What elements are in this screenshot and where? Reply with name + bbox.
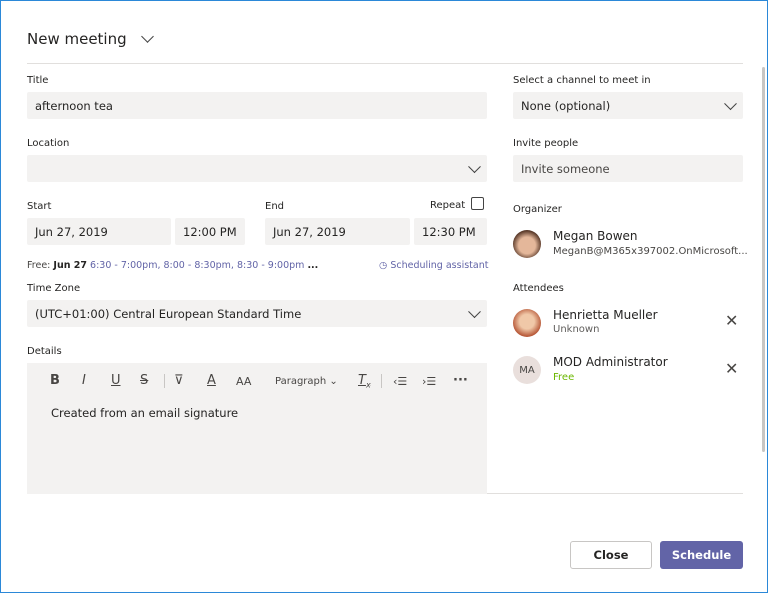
- organizer-label: Organizer: [513, 204, 562, 215]
- free-date: Jun 27: [53, 260, 87, 271]
- location-label: Location: [27, 138, 70, 149]
- details-editor[interactable]: [27, 363, 487, 494]
- more-options-icon[interactable]: ···: [453, 373, 468, 388]
- invite-label: Invite people: [513, 138, 579, 149]
- channel-value: None (optional): [521, 98, 611, 113]
- timezone-value: (UTC+01:00) Central European Standard Ti…: [35, 306, 302, 321]
- channel-select[interactable]: None (optional): [513, 92, 743, 119]
- scheduling-assistant-link[interactable]: ◷ Scheduling assistant: [379, 260, 488, 271]
- font-size-button[interactable]: AA: [236, 375, 251, 388]
- font-color-icon[interactable]: A: [207, 373, 216, 388]
- attendee-avatar: [513, 309, 541, 337]
- attendee-name: MOD Administrator: [553, 355, 668, 369]
- free-slot[interactable]: 8:30 - 9:00pm: [237, 260, 304, 271]
- strikethrough-button[interactable]: S: [140, 373, 148, 388]
- clock-icon: ◷: [379, 260, 388, 271]
- attendee-avatar: MA: [513, 356, 541, 384]
- start-label: Start: [27, 201, 52, 212]
- channel-label: Select a channel to meet in: [513, 75, 651, 86]
- end-label: End: [265, 201, 285, 212]
- remove-attendee-icon[interactable]: ✕: [725, 311, 738, 330]
- attendees-label: Attendees: [513, 283, 564, 294]
- title-label: Title: [27, 75, 49, 86]
- free-label: Free:: [27, 260, 51, 271]
- organizer-email: MeganB@M365x397002.OnMicrosoft...: [553, 246, 748, 257]
- divider: [27, 63, 743, 64]
- divider: [487, 493, 743, 494]
- dialog-title[interactable]: New meeting: [27, 29, 154, 48]
- location-input[interactable]: [27, 155, 487, 182]
- more-free-times[interactable]: ...: [307, 260, 318, 271]
- chevron-down-icon: [468, 159, 481, 173]
- free-slot[interactable]: 6:30 - 7:00pm,: [90, 260, 160, 271]
- repeat-label: Repeat: [430, 200, 466, 211]
- timezone-label: Time Zone: [27, 283, 81, 294]
- clear-formatting-icon[interactable]: Tx: [358, 373, 371, 390]
- italic-button[interactable]: I: [82, 373, 86, 388]
- close-button[interactable]: Close: [570, 541, 652, 569]
- divider: [381, 374, 382, 388]
- chevron-down-icon: [724, 96, 737, 110]
- bold-button[interactable]: B: [50, 373, 60, 388]
- title-text: New meeting: [27, 30, 127, 48]
- end-time-input[interactable]: 12:30 PM: [414, 218, 487, 245]
- details-text: Created from an email signature: [51, 406, 239, 420]
- chevron-down-icon: [468, 304, 481, 318]
- title-input[interactable]: afternoon tea: [27, 92, 487, 119]
- divider: [164, 374, 165, 388]
- paragraph-dropdown[interactable]: Paragraph ⌄: [275, 376, 338, 387]
- free-times: Free: Jun 27 6:30 - 7:00pm, 8:00 - 8:30p…: [27, 260, 318, 271]
- repeat-checkbox[interactable]: [471, 197, 484, 210]
- start-time-input[interactable]: 12:00 PM: [175, 218, 245, 245]
- end-date-input[interactable]: Jun 27, 2019: [265, 218, 410, 245]
- scrollbar[interactable]: [762, 67, 765, 452]
- details-label: Details: [27, 346, 62, 357]
- remove-attendee-icon[interactable]: ✕: [725, 359, 738, 378]
- schedule-button[interactable]: Schedule: [660, 541, 743, 569]
- scheduling-assistant-text: Scheduling assistant: [390, 260, 489, 271]
- invite-input[interactable]: Invite someone: [513, 155, 743, 182]
- organizer-avatar: [513, 230, 541, 258]
- attendee-name: Henrietta Mueller: [553, 308, 658, 322]
- increase-indent-icon[interactable]: ›☰: [422, 375, 436, 388]
- highlight-icon[interactable]: ⊽: [174, 373, 184, 388]
- underline-button[interactable]: U: [111, 373, 121, 388]
- start-date-input[interactable]: Jun 27, 2019: [27, 218, 171, 245]
- organizer-name: Megan Bowen: [553, 229, 638, 243]
- free-slot[interactable]: 8:00 - 8:30pm,: [164, 260, 234, 271]
- decrease-indent-icon[interactable]: ‹☰: [393, 375, 407, 388]
- paragraph-text: Paragraph: [275, 376, 327, 387]
- attendee-status: Free: [553, 372, 575, 383]
- attendee-status: Unknown: [553, 324, 600, 335]
- chevron-down-icon: [140, 29, 154, 43]
- timezone-select[interactable]: (UTC+01:00) Central European Standard Ti…: [27, 300, 487, 327]
